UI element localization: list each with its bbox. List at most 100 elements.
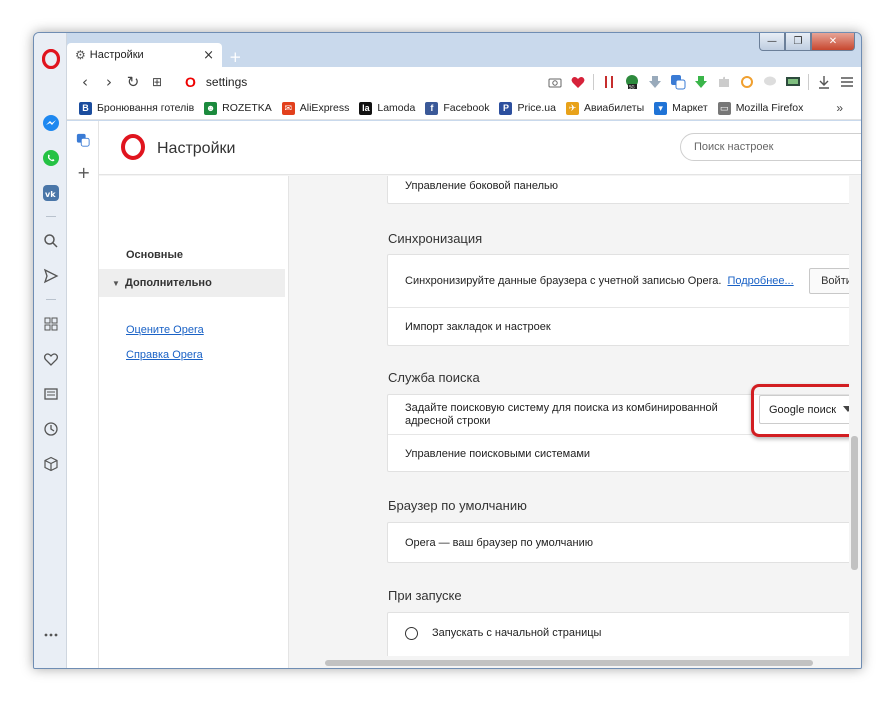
nav-basic[interactable]: Основные (126, 249, 183, 261)
bookmark-item[interactable]: la Lamoda (359, 101, 416, 115)
default-browser-card: Opera — ваш браузер по умолчанию (387, 522, 849, 563)
bookmark-item[interactable]: ▭ Mozilla Firefox (717, 101, 803, 115)
maximize-button[interactable]: ❐ (785, 33, 811, 51)
bookmark-item[interactable]: ☻ ROZETKA (204, 101, 272, 115)
opera-logo-icon[interactable] (42, 49, 60, 69)
bookmarks-more-icon[interactable]: » (836, 101, 843, 115)
search-engine-card: Задайте поисковую систему для поиска из … (387, 384, 849, 472)
bookmarks-bar: B Бронювання готелів ☻ ROZETKA ✉ AliExpress la… (67, 97, 861, 120)
bookmark-favicon-icon: P (499, 101, 513, 115)
tab-settings[interactable]: ⚙ Настройки × (67, 43, 222, 67)
search-engine-select[interactable]: Google поиск (759, 395, 849, 424)
sign-in-button[interactable]: Войти (809, 268, 849, 294)
bookmark-item[interactable]: ✈ Авиабилеты (565, 101, 644, 115)
settings-nav: Основные ▼ Дополнительно Оцените Opera С… (99, 176, 289, 668)
import-row[interactable]: Импорт закладок и настроек ▶ (388, 307, 849, 346)
messenger-icon[interactable] (41, 113, 61, 133)
download-gray-icon[interactable] (647, 74, 663, 90)
address-bar[interactable]: O settings (185, 74, 247, 90)
tab-title: Настройки (89, 49, 144, 61)
search-engine-text: Задайте поисковую систему для поиска из … (405, 401, 718, 427)
settings-search-input[interactable]: Поиск настроек (680, 133, 861, 161)
reload-icon[interactable]: ↻ (121, 73, 145, 91)
tabs-grid-icon[interactable]: ⊞ (145, 75, 169, 89)
default-browser-text: Opera — ваш браузер по умолчанию (405, 537, 593, 549)
triangle-down-icon: ▼ (112, 278, 120, 288)
download-green-icon[interactable] (693, 74, 709, 90)
send-icon[interactable] (41, 266, 61, 286)
bookmark-item[interactable]: f Facebook (425, 101, 490, 115)
monitor-ext-icon[interactable] (785, 74, 801, 90)
manage-search-engines-row[interactable]: Управление поисковыми системами ▶ (388, 434, 849, 472)
default-browser-row: Opera — ваш браузер по умолчанию (388, 523, 849, 563)
new-tab-button[interactable]: + (229, 48, 242, 66)
sidebar-management-row[interactable]: Управление боковой панелью ▶ (388, 176, 849, 203)
minimize-button[interactable]: — (759, 33, 785, 51)
search-section-title: Служба поиска (388, 370, 480, 385)
horizontal-scrollbar[interactable] (325, 660, 813, 666)
more-icon[interactable] (41, 625, 61, 645)
startup-title: При запуске (388, 588, 462, 603)
speed-dial-icon[interactable] (41, 314, 61, 334)
translate-panel-icon[interactable] (76, 133, 90, 147)
bookmark-label: Facebook (443, 102, 490, 114)
startup-option-row[interactable]: Запускать с начальной страницы (388, 613, 849, 653)
settings-main: Управление боковой панелью ▶ Синхронизац… (290, 176, 849, 656)
chat-ext-icon[interactable] (762, 74, 778, 90)
easy-setup-icon[interactable] (839, 74, 855, 90)
sync-section-title: Синхронизация (388, 231, 483, 246)
opera-logo-icon (121, 134, 145, 160)
scrollbar-thumb[interactable] (851, 436, 858, 570)
downloads-icon[interactable] (816, 74, 832, 90)
close-tab-icon[interactable]: × (203, 48, 214, 63)
vk-icon[interactable]: vk (41, 183, 61, 203)
settings-page: + Настройки Поиск настроек Основные ▼ До… (67, 121, 861, 668)
news-icon[interactable] (41, 384, 61, 404)
learn-more-link[interactable]: Подробнее... (727, 275, 793, 287)
address-text: settings (205, 75, 248, 89)
sidebar-settings-card: Управление боковой панелью ▶ (387, 176, 849, 204)
bookmark-label: Price.ua (517, 102, 556, 114)
startup-card: Запускать с начальной страницы (387, 612, 849, 656)
default-browser-title: Браузер по умолчанию (388, 498, 527, 513)
camera-icon[interactable] (547, 74, 563, 90)
forward-icon[interactable]: › (97, 73, 121, 91)
whatsapp-icon[interactable] (41, 148, 61, 168)
search-engine-value: Google поиск (769, 403, 837, 416)
bookmark-item[interactable]: ✉ AliExpress (281, 101, 350, 115)
puzzle-icon[interactable] (716, 74, 732, 90)
bookmark-label: AliExpress (299, 102, 350, 114)
bookmark-label: Бронювання готелів (97, 102, 195, 114)
rate-opera-link[interactable]: Оцените Opera (126, 324, 204, 336)
window-controls: — ❐ ✕ (759, 33, 855, 51)
history-icon[interactable] (41, 419, 61, 439)
add-panel-icon[interactable]: + (77, 163, 90, 182)
navigation-toolbar: ‹ › ↻ ⊞ O settings SG (67, 67, 861, 97)
page-title: Настройки (157, 140, 236, 157)
bookmark-ext-icon[interactable] (601, 74, 617, 90)
heart-icon[interactable] (41, 349, 61, 369)
sync-row: Синхронизируйте данные браузера с учетно… (388, 255, 849, 307)
nav-advanced-label: Дополнительно (125, 277, 212, 289)
bookmark-item[interactable]: ▾ Маркет (654, 101, 708, 115)
close-window-button[interactable]: ✕ (811, 33, 855, 51)
heart-filled-icon[interactable] (570, 74, 586, 90)
bookmark-label: Lamoda (377, 102, 416, 114)
search-icon[interactable] (41, 231, 61, 251)
vertical-scrollbar[interactable] (851, 176, 858, 658)
import-label: Импорт закладок и настроек (405, 321, 551, 333)
browser-window: vk ⚙ Настройки × + — ❐ ✕ ‹ › ↻ ⊞ O setti… (33, 32, 862, 669)
bookmark-item[interactable]: P Price.ua (499, 101, 556, 115)
extensions-icon[interactable] (41, 454, 61, 474)
back-icon[interactable]: ‹ (73, 73, 97, 91)
manage-search-engines-label: Управление поисковыми системами (405, 447, 591, 460)
radio-button[interactable] (405, 626, 418, 640)
bookmark-item[interactable]: B Бронювання готелів (79, 101, 195, 115)
seo-ext-icon[interactable]: SG (624, 74, 640, 90)
bookmark-favicon-icon: ✉ (281, 101, 295, 115)
opera-help-link[interactable]: Справка Opera (126, 349, 203, 361)
translate-ext-icon[interactable] (670, 74, 686, 90)
orange-ext-icon[interactable] (739, 74, 755, 90)
nav-advanced[interactable]: ▼ Дополнительно (99, 269, 285, 297)
dropdown-arrow-icon (843, 406, 849, 412)
